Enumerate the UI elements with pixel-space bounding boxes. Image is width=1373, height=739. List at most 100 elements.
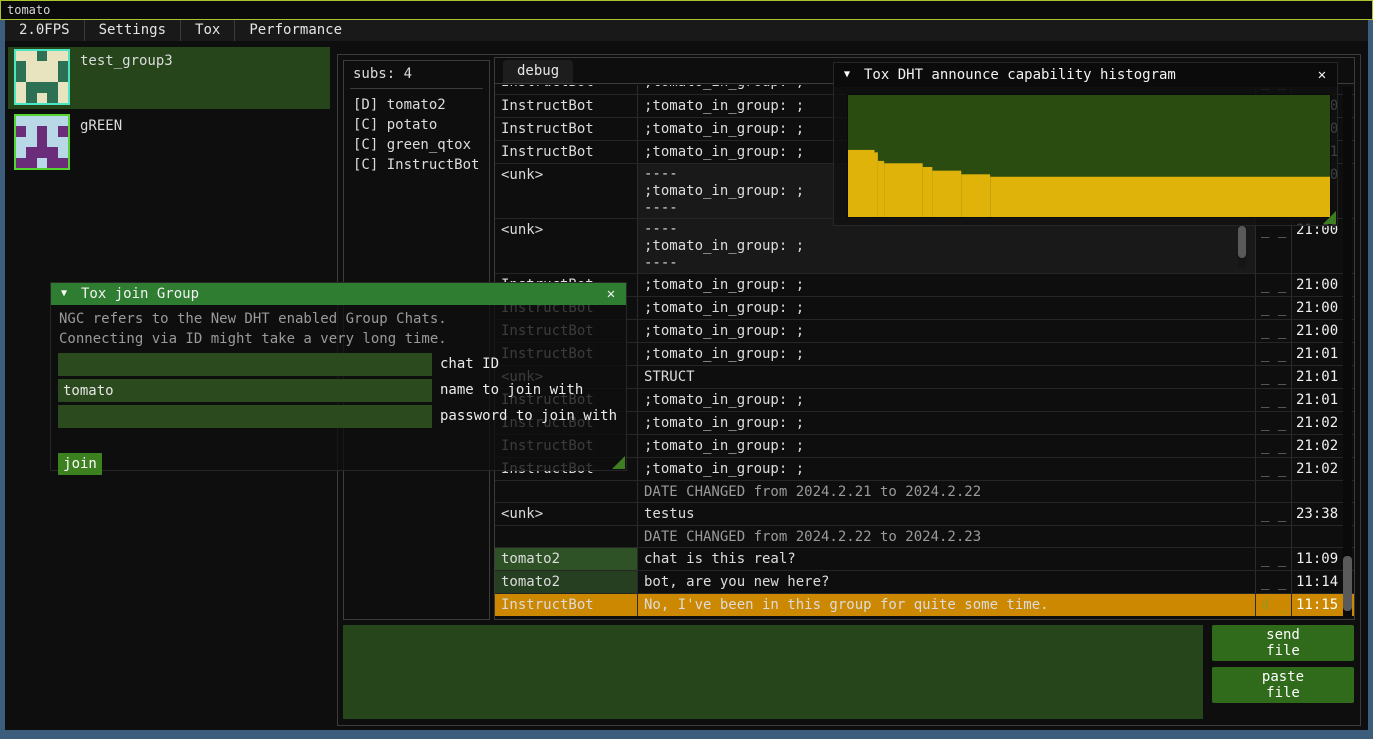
resize-grip-icon[interactable] (1323, 211, 1336, 224)
member-list: [D] tomato2 [C] potato [C] green_qtox [C… (344, 93, 489, 175)
date-changed-row[interactable]: DATE CHANGED from 2024.2.22 to 2024.2.23 (495, 525, 1354, 547)
chat-id-input[interactable] (58, 353, 432, 376)
message-time-cell: 11:14 (1292, 571, 1342, 593)
dht-histogram-window: ▼ Tox DHT announce capability histogram … (833, 62, 1338, 226)
menu-item-performance[interactable]: Performance (235, 20, 356, 41)
avatar-pixel (37, 61, 47, 71)
tab-debug[interactable]: debug (503, 60, 573, 83)
avatar-pixel (37, 147, 47, 157)
avatar-pixel (47, 116, 57, 126)
message-flags-cell: d _ (1256, 594, 1292, 616)
message-text-cell: ;tomato_in_group: ; (638, 343, 1256, 365)
avatar-pixel (58, 147, 68, 157)
message-time-cell: 21:00 (1292, 219, 1342, 273)
group-item-test_group3[interactable]: test_group3 (8, 47, 330, 109)
message-text-cell: testus (638, 503, 1256, 525)
group-name-label: test_group3 (80, 53, 173, 69)
menu-item-tox[interactable]: Tox (181, 20, 234, 41)
collapse-arrow-icon[interactable]: ▼ (61, 283, 67, 305)
table-row[interactable]: tomato2bot, are you new here?_ _11:14 (495, 570, 1354, 593)
table-row[interactable]: <unk>testus_ _23:38 (495, 502, 1354, 525)
close-icon[interactable]: ✕ (1312, 63, 1332, 87)
avatar-pixel (47, 61, 57, 71)
avatar-pixel (37, 158, 47, 168)
message-author-cell: InstructBot (495, 594, 638, 616)
member-item[interactable]: [C] InstructBot (353, 155, 489, 175)
message-text-cell: ;tomato_in_group: ; (638, 458, 1256, 480)
avatar-pixel (37, 72, 47, 82)
window-edge-right (1368, 20, 1373, 739)
message-text-cell: ;tomato_in_group: ; (638, 297, 1256, 319)
join-group-title: Tox join Group (81, 286, 199, 302)
date-changed-row[interactable]: DATE CHANGED from 2024.2.21 to 2024.2.22 (495, 480, 1354, 502)
avatar-pixel (26, 82, 36, 92)
join-group-body: NGC refers to the New DHT enabled Group … (51, 305, 626, 470)
message-input[interactable] (343, 625, 1203, 719)
dht-histogram-titlebar[interactable]: ▼ Tox DHT announce capability histogram … (834, 63, 1337, 87)
avatar-pixel (26, 147, 36, 157)
message-author-cell (495, 481, 638, 502)
resize-grip-icon[interactable] (612, 456, 625, 469)
avatar-pixel (16, 158, 26, 168)
menu-item-settings[interactable]: Settings (85, 20, 180, 41)
message-text-cell: bot, are you new here? (638, 571, 1256, 593)
chat-scrollbar[interactable] (1343, 87, 1352, 617)
message-author-cell: tomato2 (495, 571, 638, 593)
member-item[interactable]: [C] green_qtox (353, 135, 489, 155)
member-item[interactable]: [C] potato (353, 115, 489, 135)
menu-item-2.0fps[interactable]: 2.0FPS (5, 20, 84, 41)
os-titlebar[interactable]: tomato (0, 0, 1373, 20)
avatar-pixel (16, 72, 26, 82)
avatar-pixel (58, 51, 68, 61)
avatar-pixel (16, 126, 26, 136)
avatar-pixel (26, 126, 36, 136)
avatar-pixel (47, 126, 57, 136)
table-row[interactable]: <unk>----;tomato_in_group: ;----_ _21:00 (495, 218, 1354, 273)
join-desc-line2: Connecting via ID might take a very long… (59, 331, 447, 347)
message-flags-cell: _ _ (1256, 412, 1292, 434)
cell-scrollbar[interactable] (1238, 224, 1246, 268)
message-flags-cell: _ _ (1256, 320, 1292, 342)
message-time-cell (1292, 526, 1342, 547)
message-time-cell: 21:01 (1292, 343, 1342, 365)
avatar-pixel (37, 93, 47, 103)
chat-scrollbar-thumb[interactable] (1343, 556, 1352, 611)
avatar-pixel (37, 126, 47, 136)
message-text-cell: No, I've been in this group for quite so… (638, 594, 1256, 616)
cell-scrollbar-thumb[interactable] (1238, 226, 1246, 258)
message-text-cell: DATE CHANGED from 2024.2.21 to 2024.2.22 (638, 481, 1256, 502)
member-item[interactable]: [D] tomato2 (353, 95, 489, 115)
message-flags-cell: _ _ (1256, 366, 1292, 388)
paste-file-button[interactable]: paste file (1212, 667, 1354, 703)
message-flags-cell: _ _ (1256, 219, 1292, 273)
message-flags-cell (1256, 526, 1292, 547)
avatar-pixel (47, 72, 57, 82)
message-author-cell: InstructBot (495, 85, 638, 94)
avatar-pixel (26, 158, 36, 168)
message-text-cell: ;tomato_in_group: ; (638, 412, 1256, 434)
join-password-input[interactable] (58, 405, 432, 428)
table-row[interactable]: InstructBotNo, I've been in this group f… (495, 593, 1354, 616)
collapse-arrow-icon[interactable]: ▼ (844, 63, 850, 87)
message-time-cell: 21:02 (1292, 412, 1342, 434)
avatar-pixel (26, 51, 36, 61)
send-file-button[interactable]: send file (1212, 625, 1354, 661)
group-item-gREEN[interactable]: gREEN (8, 112, 330, 174)
avatar-pixel (58, 158, 68, 168)
table-row[interactable]: tomato2chat is this real?_ _11:09 (495, 547, 1354, 570)
message-flags-cell: _ _ (1256, 274, 1292, 296)
avatar-pixel (47, 82, 57, 92)
join-group-titlebar[interactable]: ▼ Tox join Group ✕ (51, 283, 626, 305)
join-button[interactable]: join (58, 453, 102, 475)
message-time-cell: 21:00 (1292, 297, 1342, 319)
avatar-pixel (26, 116, 36, 126)
message-time-cell (1292, 481, 1342, 502)
message-time-cell: 11:09 (1292, 548, 1342, 570)
message-time-cell: 23:38 (1292, 503, 1342, 525)
message-time-cell: 21:00 (1292, 320, 1342, 342)
message-author-cell: tomato2 (495, 548, 638, 570)
message-text-cell: STRUCT (638, 366, 1256, 388)
close-icon[interactable]: ✕ (601, 283, 621, 305)
message-time-cell: 21:01 (1292, 389, 1342, 411)
join-name-input[interactable] (58, 379, 432, 402)
